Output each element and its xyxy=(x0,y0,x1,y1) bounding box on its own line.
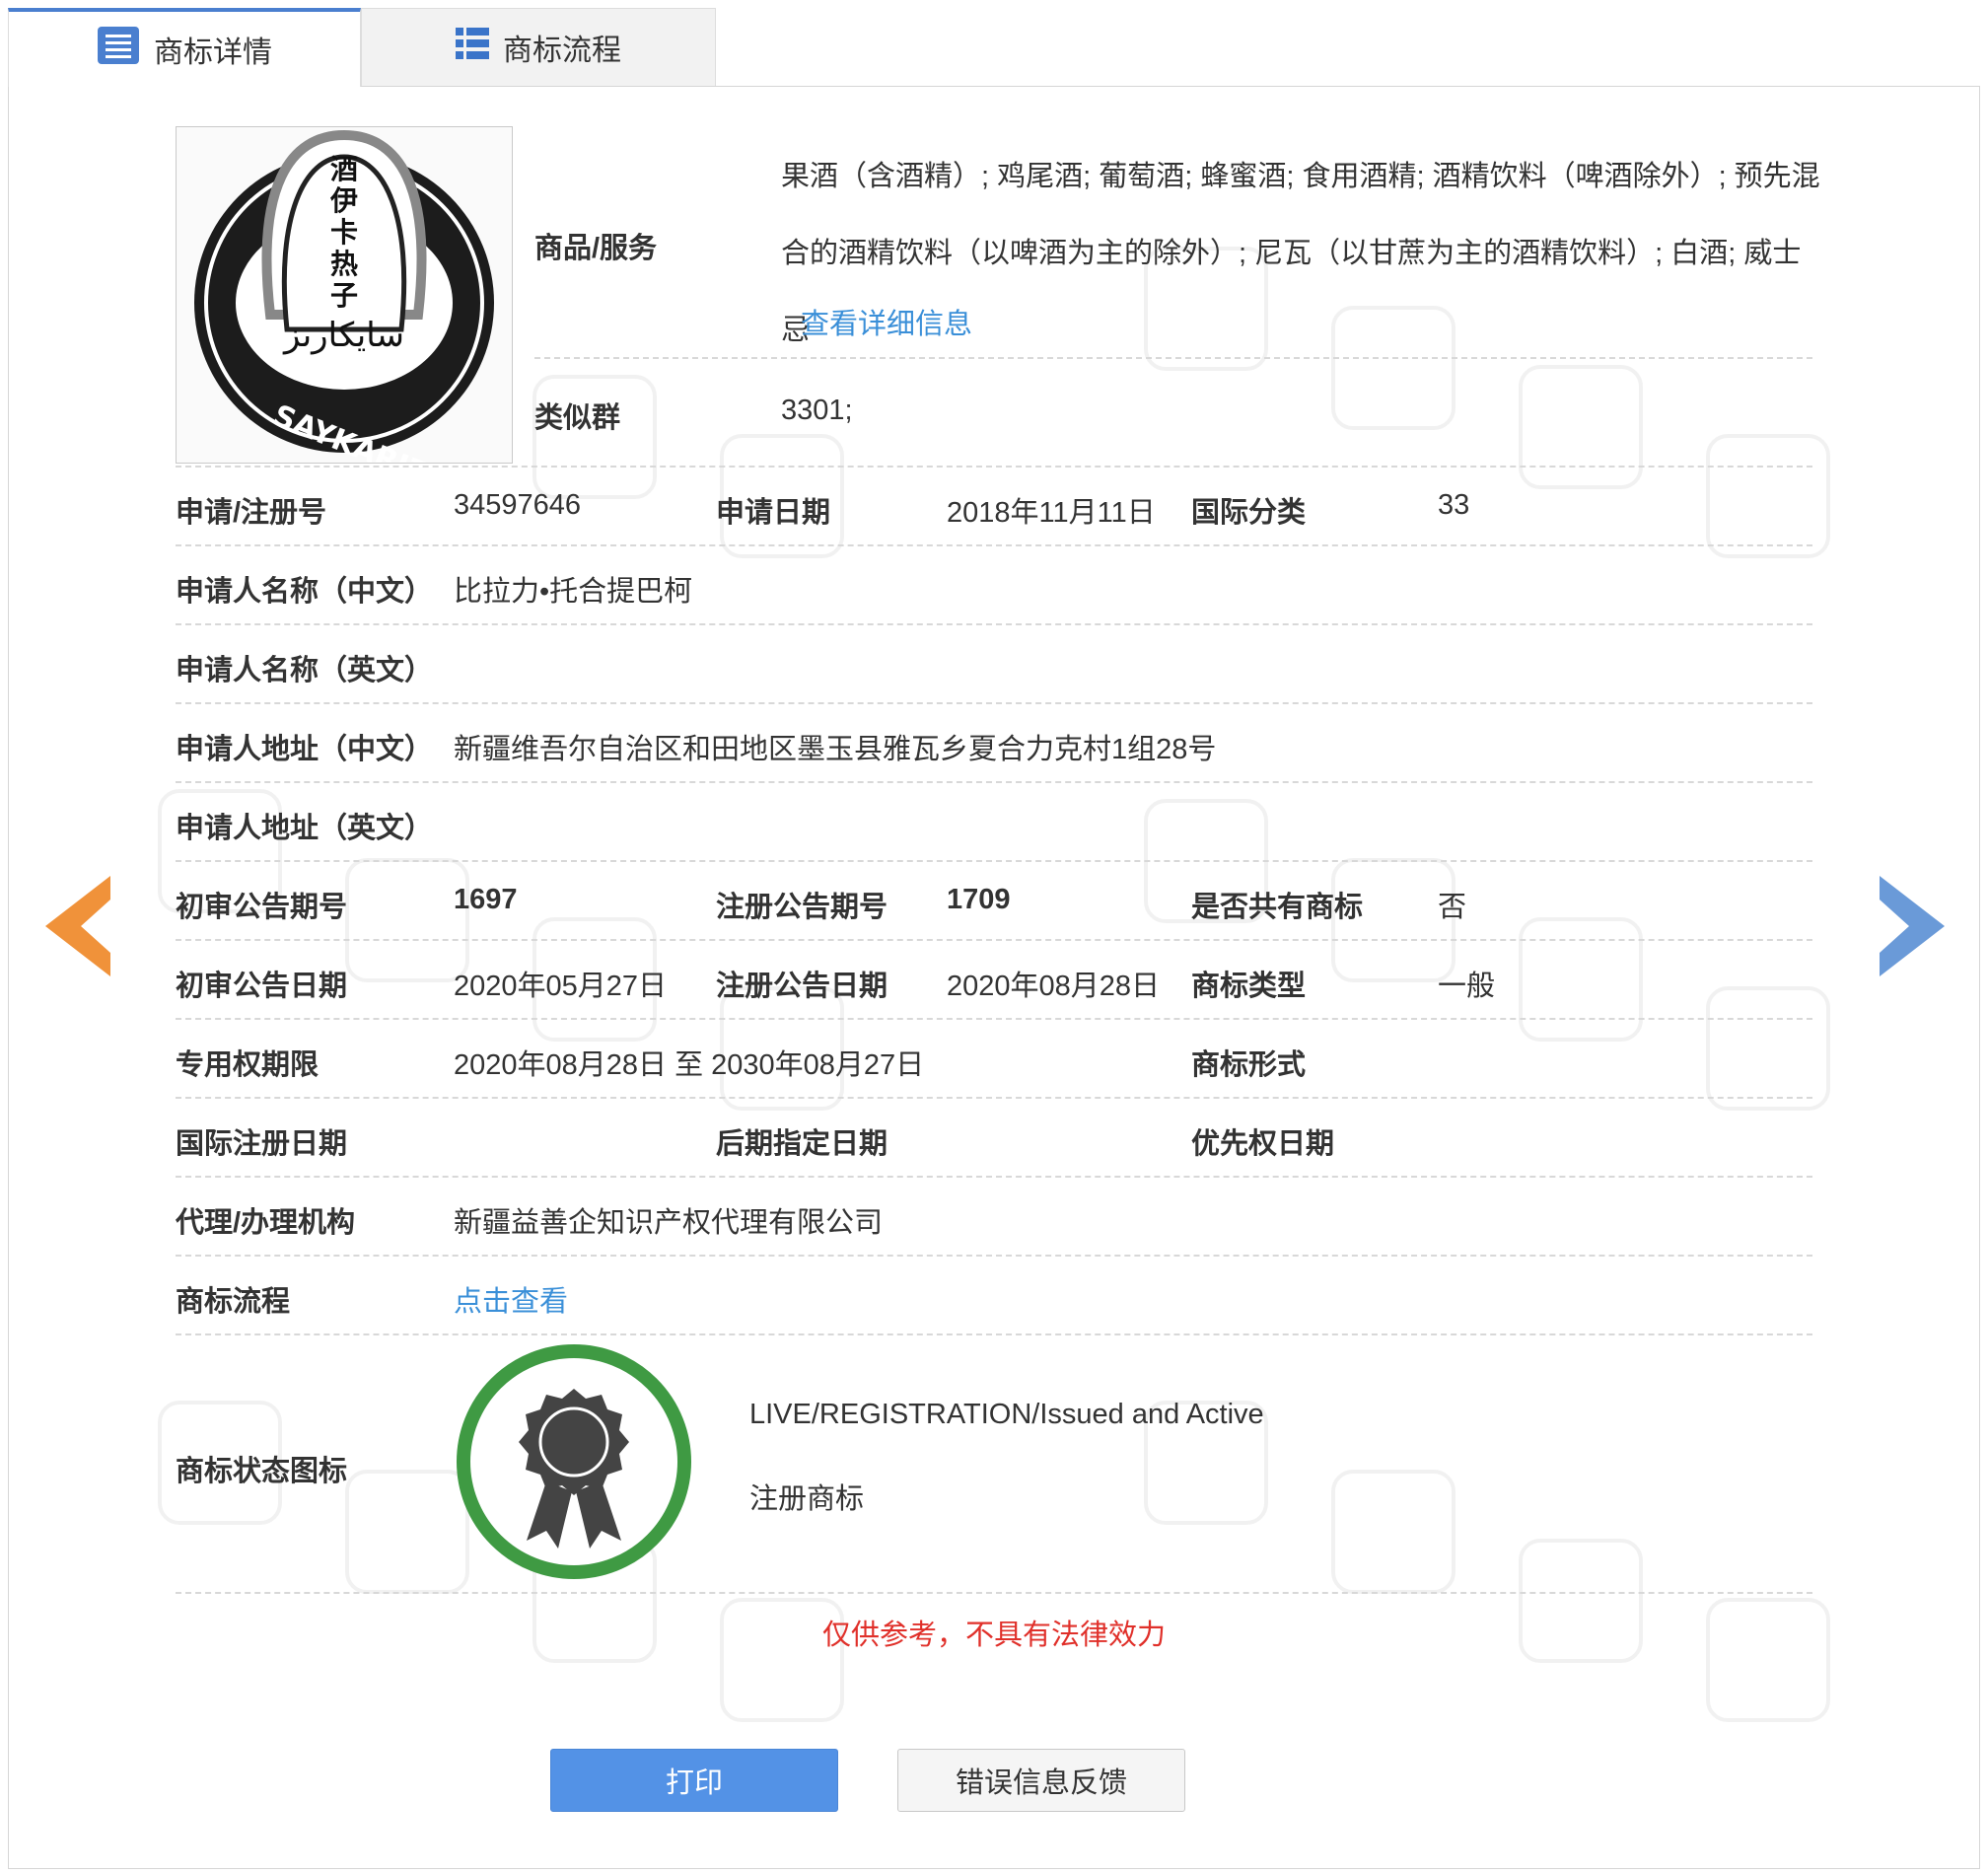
divider xyxy=(176,1255,1812,1257)
trademark-logo: SAYKARIZ سايكارىز 酒 伊 卡 热 子 xyxy=(194,129,494,492)
print-button[interactable]: 打印 xyxy=(550,1749,838,1812)
agent-value: 新疆益善企知识产权代理有限公司 xyxy=(454,1207,884,1239)
shared-value: 否 xyxy=(1438,892,1467,923)
similar-group-value: 3301; xyxy=(781,395,853,426)
error-feedback-button[interactable]: 错误信息反馈 xyxy=(897,1749,1185,1812)
tab-label: 商标详情 xyxy=(154,36,272,69)
apply-date-value: 2018年11月11日 xyxy=(947,497,1156,529)
status-icon-label: 商标状态图标 xyxy=(176,1456,348,1487)
prelim-issue-label: 初审公告期号 xyxy=(176,892,348,923)
applicant-en-label: 申请人名称（英文） xyxy=(176,655,434,686)
divider xyxy=(176,781,1812,783)
priority-date-label: 优先权日期 xyxy=(1191,1128,1335,1160)
divider xyxy=(176,702,1812,704)
tm-type-value: 一般 xyxy=(1438,971,1496,1002)
reg-issue-label: 注册公告期号 xyxy=(716,892,888,923)
svg-text:酒: 酒 xyxy=(330,153,358,185)
intl-class-label: 国际分类 xyxy=(1191,497,1307,529)
intl-reg-date-label: 国际注册日期 xyxy=(176,1128,348,1160)
process-view-link[interactable]: 点击查看 xyxy=(454,1278,568,1320)
prelim-issue-value: 1697 xyxy=(454,884,518,915)
view-details-link[interactable]: 查看详细信息 xyxy=(801,301,972,342)
svg-text:热: 热 xyxy=(330,248,358,280)
tab-label: 商标流程 xyxy=(503,35,621,67)
prelim-date-label: 初审公告日期 xyxy=(176,971,348,1002)
intl-class-value: 33 xyxy=(1438,489,1470,521)
logo-vertical-text: 酒 伊 卡 热 子 xyxy=(329,153,358,312)
tab-trademark-process[interactable]: 商标流程 xyxy=(361,8,716,87)
agent-label: 代理/办理机构 xyxy=(176,1207,356,1239)
divider xyxy=(176,544,1812,546)
address-cn-label: 申请人地址（中文） xyxy=(176,734,434,765)
reg-issue-value: 1709 xyxy=(947,884,1011,915)
trademark-image: SAYKARIZ سايكارىز 酒 伊 卡 热 子 xyxy=(176,126,513,492)
list-icon xyxy=(97,26,140,73)
divider xyxy=(176,939,1812,941)
previous-arrow-icon[interactable] xyxy=(45,876,112,981)
apply-date-label: 申请日期 xyxy=(716,497,831,529)
prelim-date-value: 2020年05月27日 xyxy=(454,971,668,1002)
tm-type-label: 商标类型 xyxy=(1191,971,1307,1002)
divider xyxy=(176,1097,1812,1099)
disclaimer-text: 仅供参考，不具有法律效力 xyxy=(821,1620,1166,1651)
svg-text:卡: 卡 xyxy=(330,216,358,249)
tm-form-label: 商标形式 xyxy=(1191,1049,1307,1081)
grid-list-icon xyxy=(456,28,489,67)
divider xyxy=(176,1333,1812,1335)
later-date-label: 后期指定日期 xyxy=(716,1128,888,1160)
reg-date-value: 2020年08月28日 xyxy=(947,971,1161,1002)
reg-no-label: 申请/注册号 xyxy=(176,497,327,529)
status-line-1: LIVE/REGISTRATION/Issued and Active xyxy=(749,1399,1264,1430)
address-cn-value: 新疆维吾尔自治区和田地区墨玉县雅瓦乡夏合力克村1组28号 xyxy=(454,734,1217,765)
tab-trademark-details[interactable]: 商标详情 xyxy=(8,8,361,87)
divider xyxy=(176,466,1812,468)
award-ribbon-icon xyxy=(456,1343,692,1585)
shared-label: 是否共有商标 xyxy=(1191,892,1364,923)
divider xyxy=(534,357,1812,359)
divider xyxy=(176,860,1812,862)
next-arrow-icon[interactable] xyxy=(1878,876,1945,981)
term-value: 2020年08月28日 至 2030年08月27日 xyxy=(454,1049,925,1081)
term-label: 专用权期限 xyxy=(176,1049,320,1081)
svg-text:子: 子 xyxy=(330,279,358,312)
divider xyxy=(176,1592,1812,1594)
reg-date-label: 注册公告日期 xyxy=(716,971,888,1002)
logo-uyghur-text: سايكارىز xyxy=(282,316,404,355)
applicant-cn-value: 比拉力•托合提巴柯 xyxy=(454,576,693,608)
goods-label: 商品/服务 xyxy=(534,233,658,264)
divider xyxy=(176,1018,1812,1020)
reg-no-value: 34597646 xyxy=(454,489,582,521)
status-line-2: 注册商标 xyxy=(749,1483,865,1515)
address-en-label: 申请人地址（英文） xyxy=(176,813,434,844)
similar-group-label: 类似群 xyxy=(534,402,621,434)
applicant-cn-label: 申请人名称（中文） xyxy=(176,576,434,608)
divider xyxy=(176,1176,1812,1178)
process-label: 商标流程 xyxy=(176,1286,291,1318)
divider xyxy=(176,623,1812,625)
svg-text:伊: 伊 xyxy=(329,184,358,217)
